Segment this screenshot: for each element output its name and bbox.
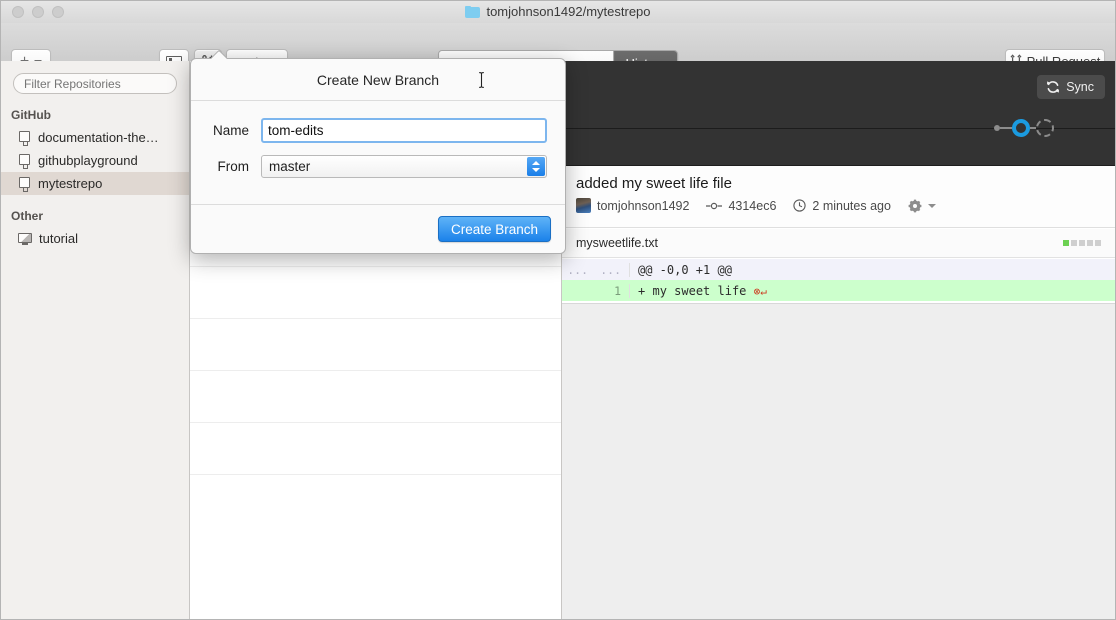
diff-view: ... ... @@ -0,0 +1 @@ 1 + my sweet life … [562, 259, 1115, 303]
window-title-text: tomjohnson1492/mytestrepo [486, 4, 650, 19]
sidebar-group-other-label: Other [1, 195, 189, 227]
diff-empty-area [562, 303, 1115, 619]
sync-icon [1046, 80, 1060, 94]
sidebar-group-github-label: GitHub [1, 94, 189, 126]
sync-label: Sync [1066, 80, 1094, 94]
diff-code-text: my sweet life [652, 284, 746, 298]
branch-name-row: Name [209, 118, 547, 143]
repo-icon [18, 177, 31, 191]
repo-icon [18, 131, 31, 145]
filter-repositories-wrap [1, 61, 189, 94]
toolbar: + master No Uncommitted Changes [1, 23, 1115, 62]
chevron-down-icon[interactable] [928, 204, 936, 208]
text-cursor-icon [477, 71, 486, 89]
change-meter-empty [1079, 240, 1085, 246]
diff-hunk-header: @@ -0,0 +1 @@ [630, 263, 732, 277]
sidebar-item-githubplayground[interactable]: githubplayground [1, 149, 189, 172]
graph-connector [1000, 127, 1012, 129]
repository-sidebar: GitHub documentation-the… githubplaygrou… [1, 61, 190, 619]
commit-list-item[interactable] [190, 371, 561, 423]
branch-from-label: From [209, 159, 261, 174]
commit-detail-header: added my sweet life file tomjohnson1492 … [562, 166, 1115, 228]
commit-title: added my sweet life file [576, 175, 1101, 192]
sidebar-item-label: githubplayground [38, 153, 138, 168]
diff-line-content: + my sweet life ⊗↵ [630, 284, 767, 298]
branch-from-value: master [269, 159, 310, 174]
create-branch-submit-button[interactable]: Create Branch [438, 216, 551, 242]
branch-name-input[interactable] [261, 118, 547, 143]
diff-old-lineno: ... [562, 263, 596, 277]
change-meter-empty [1071, 240, 1077, 246]
branch-from-select[interactable]: master [261, 155, 547, 178]
popover-body: Name From master [191, 101, 565, 204]
chevron-down-icon [532, 168, 540, 172]
commit-author: tomjohnson1492 [597, 199, 689, 213]
commit-list-item[interactable] [190, 267, 561, 319]
commit-sha[interactable]: 4314ec6 [728, 199, 776, 213]
popover-title: Create New Branch [317, 72, 439, 88]
app-window: tomjohnson1492/mytestrepo + maste [0, 0, 1116, 620]
change-meter-filled [1063, 240, 1069, 246]
commit-list-item[interactable] [190, 423, 561, 475]
chevron-up-icon [532, 161, 540, 165]
clock-icon [793, 199, 806, 212]
sidebar-item-tutorial[interactable]: tutorial [1, 227, 189, 250]
window-title: tomjohnson1492/mytestrepo [1, 4, 1115, 19]
folder-icon [465, 6, 480, 18]
filter-repositories-input[interactable] [13, 73, 177, 94]
commit-time: 2 minutes ago [812, 199, 891, 213]
commit-list-item[interactable] [190, 319, 561, 371]
titlebar: tomjohnson1492/mytestrepo [1, 1, 1115, 24]
diff-new-lineno: 1 [596, 284, 630, 298]
commit-subline: tomjohnson1492 4314ec6 2 minutes a [576, 198, 1101, 213]
diff-hunk-row: ... ... @@ -0,0 +1 @@ [562, 259, 1115, 280]
diff-added-row[interactable]: 1 + my sweet life ⊗↵ [562, 280, 1115, 301]
graph-node-current[interactable] [1012, 119, 1030, 137]
create-branch-popover: Create New Branch Name From master [190, 58, 566, 254]
diff-new-lineno: ... [596, 263, 630, 277]
repo-icon [18, 154, 31, 168]
detail-pane: Sync added my sweet life file tomjohnson… [562, 61, 1115, 619]
popover-arrow [209, 50, 227, 59]
avatar [576, 198, 591, 213]
sync-button[interactable]: Sync [1037, 75, 1105, 99]
sidebar-item-label: tutorial [39, 231, 78, 246]
change-meter [1063, 240, 1101, 246]
eol-marker-icon: ⊗↵ [754, 285, 767, 298]
graph-node-pending[interactable] [1036, 119, 1054, 137]
diff-marker: + [638, 284, 645, 298]
commit-graph-bar: Sync [562, 61, 1115, 166]
branch-from-row: From master [209, 155, 547, 178]
sidebar-item-label: documentation-the… [38, 130, 159, 145]
sidebar-item-documentation-theme[interactable]: documentation-the… [1, 126, 189, 149]
gear-icon[interactable] [908, 199, 922, 213]
commit-icon [706, 202, 722, 210]
sidebar-item-mytestrepo[interactable]: mytestrepo [1, 172, 189, 195]
sidebar-item-label: mytestrepo [38, 176, 102, 191]
branch-name-label: Name [209, 123, 261, 138]
screen-icon [18, 232, 32, 246]
change-meter-empty [1087, 240, 1093, 246]
popover-header: Create New Branch [191, 59, 565, 101]
diff-file-name: mysweetlife.txt [576, 236, 658, 250]
popover-footer: Create Branch [191, 204, 565, 253]
change-meter-empty [1095, 240, 1101, 246]
diff-file-header: mysweetlife.txt [562, 229, 1115, 258]
stepper-arrows-icon[interactable] [527, 157, 545, 176]
